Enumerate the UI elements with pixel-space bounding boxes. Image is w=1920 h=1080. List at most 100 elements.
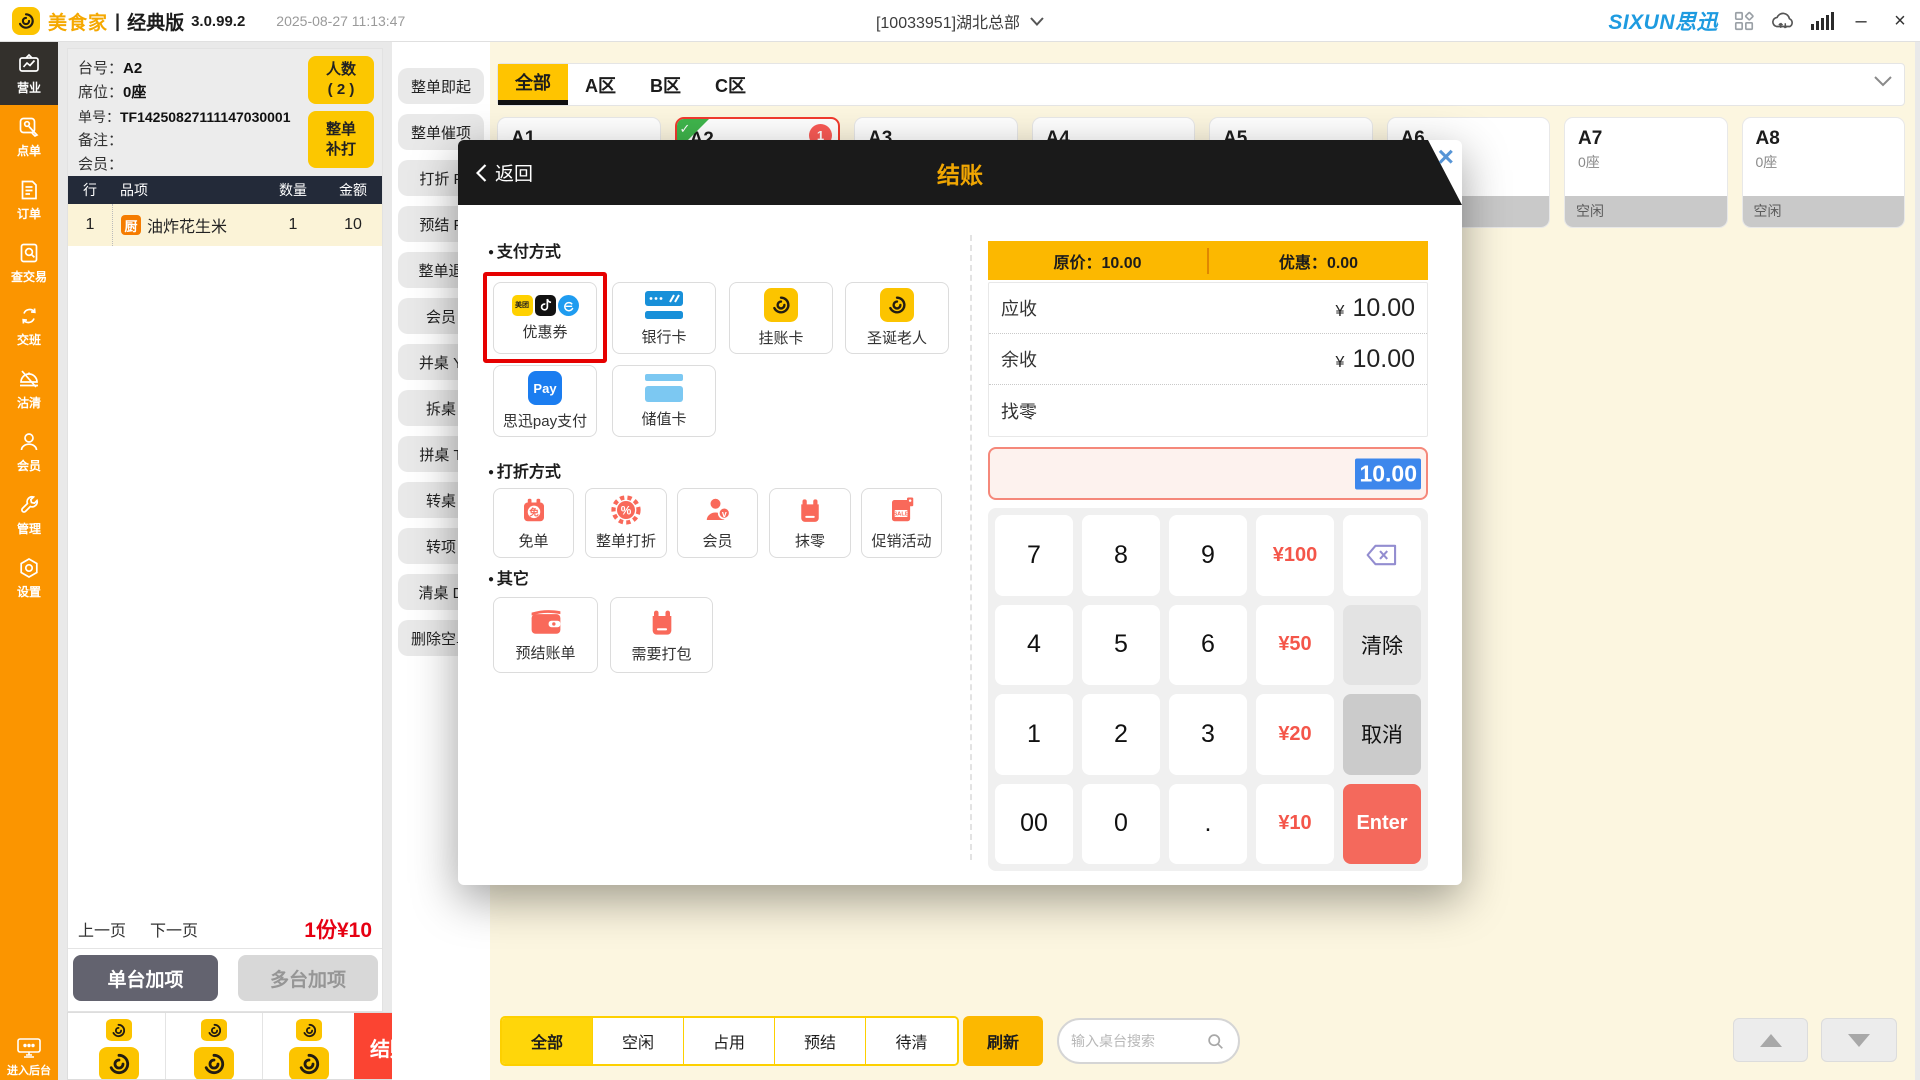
seats-value: 0座 [123, 84, 146, 101]
tab-all-zones[interactable]: 全部 [498, 64, 568, 105]
scroll-down-button[interactable] [1821, 1018, 1897, 1062]
key-9[interactable]: 9 [1169, 515, 1247, 596]
tab-zone-c[interactable]: C区 [698, 64, 763, 105]
payment-sixun-pay[interactable]: Pay 思迅pay支付 [493, 365, 597, 437]
item-qty: 1 [262, 216, 324, 234]
tabbar-chevron-down-icon[interactable] [1874, 76, 1892, 87]
enter-key[interactable]: Enter [1343, 784, 1421, 865]
payment-coupon[interactable]: 美团 优惠券 [493, 282, 597, 354]
add-multi-table-button[interactable]: 多台加项 [238, 955, 378, 1001]
key-5[interactable]: 5 [1082, 605, 1160, 686]
brand-logo-icon [106, 1019, 132, 1041]
key-4[interactable]: 4 [995, 605, 1073, 686]
key-cash-50[interactable]: ¥50 [1256, 605, 1334, 686]
cancel-key[interactable]: 取消 [1343, 694, 1421, 775]
network-signal-icon [1811, 12, 1834, 30]
sidebar-item-order-taking[interactable]: 点单 [0, 105, 58, 168]
backspace-key[interactable] [1343, 515, 1421, 596]
payment-stored-value-card[interactable]: 储值卡 [612, 365, 716, 437]
app-version: 3.0.99.2 [191, 13, 245, 30]
other-pre-settle-bill[interactable]: 预结账单 [493, 597, 598, 673]
modal-close-button[interactable]: × [1438, 142, 1454, 172]
action-whole-order-fire[interactable]: 整单即起 [398, 68, 484, 104]
close-window-button[interactable]: × [1888, 10, 1912, 33]
modal-column-divider [970, 235, 972, 860]
app-edition: 经典版 [127, 8, 184, 35]
scroll-up-button[interactable] [1733, 1018, 1808, 1062]
quick-pay-cell[interactable] [263, 1013, 356, 1080]
guest-count-button[interactable]: 人数 ( 2 ) [308, 56, 374, 104]
sidebar-item-settings[interactable]: 设置 [0, 546, 58, 609]
tab-zone-a[interactable]: A区 [568, 64, 633, 105]
current-datetime: 2025-08-27 11:13:47 [276, 13, 405, 29]
key-0[interactable]: 0 [1082, 784, 1160, 865]
discount-free-order[interactable]: 免 免单 [493, 488, 574, 558]
sidebar-item-shift[interactable]: 交班 [0, 294, 58, 357]
quick-pay-cell[interactable] [72, 1013, 166, 1080]
sidebar-item-management[interactable]: 管理 [0, 483, 58, 546]
cloud-sync-icon[interactable] [1770, 10, 1796, 32]
sidebar-item-business[interactable]: 营业 [0, 42, 58, 105]
add-single-table-button[interactable]: 单台加项 [73, 955, 218, 1001]
filter-free[interactable]: 空闲 [593, 1018, 684, 1064]
filter-pre-settled[interactable]: 预结 [775, 1018, 866, 1064]
tab-zone-b[interactable]: B区 [633, 64, 698, 105]
prev-page-button[interactable]: 上一页 [78, 917, 126, 941]
back-button[interactable]: 返回 [476, 140, 533, 205]
key-00[interactable]: 00 [995, 784, 1073, 865]
quick-pay-cell[interactable] [166, 1013, 263, 1080]
payment-bank-card[interactable]: 银行卡 [612, 282, 716, 354]
refresh-button[interactable]: 刷新 [963, 1016, 1043, 1066]
seats-label: 席位： [78, 84, 123, 101]
search-input[interactable] [1071, 1033, 1201, 1049]
bag-icon [795, 495, 825, 525]
key-cash-10[interactable]: ¥10 [1256, 784, 1334, 865]
bill-no-value: TF14250827111147030001 [120, 109, 291, 125]
sidebar-item-orders[interactable]: 订单 [0, 168, 58, 231]
filter-occupied[interactable]: 占用 [684, 1018, 775, 1064]
brand-logo-icon [99, 1047, 139, 1080]
table-card-a7[interactable]: A7 0座 空闲 [1564, 117, 1728, 228]
sale-tag-icon: SALE [887, 495, 917, 525]
table-no-value: A2 [123, 60, 142, 77]
store-selector[interactable]: [10033951]湖北总部 [876, 0, 1044, 42]
status-filter-group: 全部 空闲 占用 预结 待清 [500, 1016, 959, 1066]
discount-round-off[interactable]: 抹零 [769, 488, 851, 558]
sidebar-item-transactions[interactable]: 查交易 [0, 231, 58, 294]
meituan-icon: 美团 [512, 295, 533, 316]
apps-grid-icon[interactable] [1733, 10, 1755, 32]
discount-promotion[interactable]: SALE 促销活动 [861, 488, 942, 558]
discount-member[interactable]: v 会员 [677, 488, 758, 558]
sidebar-item-sold-out[interactable]: 沽清 [0, 357, 58, 420]
minimize-button[interactable]: – [1849, 10, 1873, 33]
key-cash-20[interactable]: ¥20 [1256, 694, 1334, 775]
key-7[interactable]: 7 [995, 515, 1073, 596]
kitchen-badge: 厨 [121, 215, 141, 235]
clear-key[interactable]: 清除 [1343, 605, 1421, 686]
key-8[interactable]: 8 [1082, 515, 1160, 596]
order-row[interactable]: 1 厨 油炸花生米 1 10 [68, 204, 382, 246]
tendered-amount-input[interactable]: 10.00 [988, 447, 1428, 500]
discount-whole-order[interactable]: % 整单打折 [585, 488, 667, 558]
table-card-a8[interactable]: A8 0座 空闲 [1742, 117, 1906, 228]
key-2[interactable]: 2 [1082, 694, 1160, 775]
svg-text:免: 免 [529, 506, 539, 517]
enter-backstage-button[interactable]: 进入后台 [0, 1037, 58, 1078]
col-item: 品项 [112, 180, 262, 200]
sidebar-item-members[interactable]: 会员 [0, 420, 58, 483]
backspace-icon [1365, 543, 1399, 567]
key-3[interactable]: 3 [1169, 694, 1247, 775]
payment-santa[interactable]: 圣诞老人 [845, 282, 949, 354]
filter-all[interactable]: 全部 [502, 1018, 593, 1064]
reprint-order-button[interactable]: 整单 补打 [308, 111, 374, 168]
filter-to-clear[interactable]: 待清 [866, 1018, 957, 1064]
key-6[interactable]: 6 [1169, 605, 1247, 686]
payment-credit-account-card[interactable]: 挂账卡 [729, 282, 833, 354]
checkout-modal: 结账 返回 × 支付方式 美团 优惠券 银行卡 挂账卡 [458, 140, 1462, 885]
key-cash-100[interactable]: ¥100 [1256, 515, 1334, 596]
next-page-button[interactable]: 下一页 [150, 917, 198, 941]
key-dot[interactable]: . [1169, 784, 1247, 865]
key-1[interactable]: 1 [995, 694, 1073, 775]
other-need-takeout[interactable]: 需要打包 [610, 597, 713, 673]
zone-tab-bar: 全部 A区 B区 C区 [497, 63, 1905, 106]
